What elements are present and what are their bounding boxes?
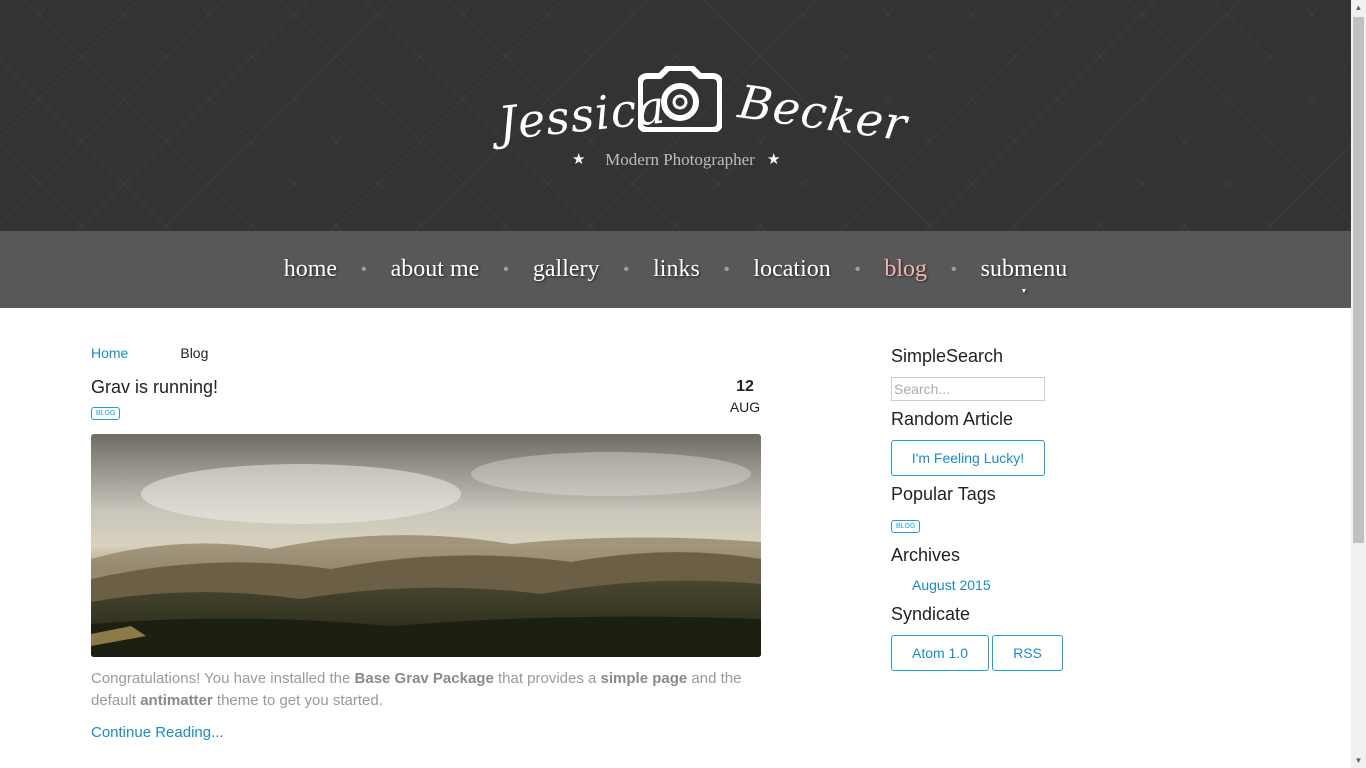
simplesearch-heading: SimpleSearch: [891, 346, 1004, 366]
breadcrumb-current: Blog: [180, 345, 209, 361]
post-date-day: 12: [736, 378, 754, 395]
nav-separator: •: [951, 260, 957, 278]
nav-item-submenu[interactable]: submenu ▼: [980, 256, 1068, 295]
post-hero-image[interactable]: [91, 434, 761, 657]
nav-item-about-me[interactable]: about me: [391, 256, 480, 283]
post-excerpt: Congratulations! You have installed the …: [91, 670, 742, 709]
random-article-heading: Random Article: [891, 409, 1014, 429]
nav-item-blog[interactable]: blog: [884, 256, 927, 283]
syndicate-heading: Syndicate: [891, 604, 971, 624]
site-header: Jessica Becker ★ Modern Photographer ★: [0, 0, 1351, 231]
sidebar-tag-badge[interactable]: BLOG: [891, 520, 921, 533]
nav-item-gallery[interactable]: gallery: [533, 256, 600, 283]
nav-item-location[interactable]: location: [753, 256, 830, 283]
continue-reading-link[interactable]: Continue Reading...: [91, 724, 224, 741]
breadcrumb: Home Blog: [91, 345, 208, 361]
nav-separator: •: [623, 260, 630, 278]
archive-link-august-2015[interactable]: August 2015: [912, 577, 991, 593]
nav-separator: •: [361, 260, 367, 278]
nav-item-submenu-label: submenu: [980, 256, 1068, 282]
atom-feed-button[interactable]: Atom 1.0: [891, 635, 989, 671]
camera-icon: [638, 66, 722, 132]
scroll-up-arrow-icon[interactable]: ▲: [1351, 0, 1366, 15]
nav-item-links[interactable]: links: [653, 256, 700, 283]
post-date-month: AUG: [729, 399, 761, 415]
caret-down-icon: ▼: [1020, 287, 1028, 295]
post-tag-badge[interactable]: BLOG: [91, 407, 121, 420]
scroll-down-arrow-icon[interactable]: ▼: [1351, 753, 1366, 768]
popular-tags-heading: Popular Tags: [891, 484, 996, 504]
site-logo[interactable]: Jessica Becker ★ Modern Photographer ★: [460, 60, 911, 180]
logo-last-name: Becker: [735, 74, 911, 152]
page-scrollbar[interactable]: ▲ ▼: [1351, 0, 1366, 768]
breadcrumb-home-link[interactable]: Home: [91, 345, 128, 361]
archives-heading: Archives: [891, 545, 961, 565]
feeling-lucky-button[interactable]: I'm Feeling Lucky!: [891, 440, 1045, 476]
site-tagline: Modern Photographer: [605, 150, 755, 169]
post-title[interactable]: Grav is running!: [91, 377, 218, 398]
nav-item-home[interactable]: home: [284, 256, 337, 283]
nav-separator: •: [503, 260, 509, 278]
nav-separator: •: [723, 260, 730, 278]
search-input[interactable]: [891, 377, 1045, 401]
star-icon: ★: [767, 151, 781, 168]
rss-feed-button[interactable]: RSS: [992, 635, 1063, 671]
nav-separator: •: [854, 260, 861, 278]
scrollbar-thumb[interactable]: [1353, 17, 1364, 543]
main-navigation: home • about me • gallery • links • loca…: [0, 231, 1351, 308]
